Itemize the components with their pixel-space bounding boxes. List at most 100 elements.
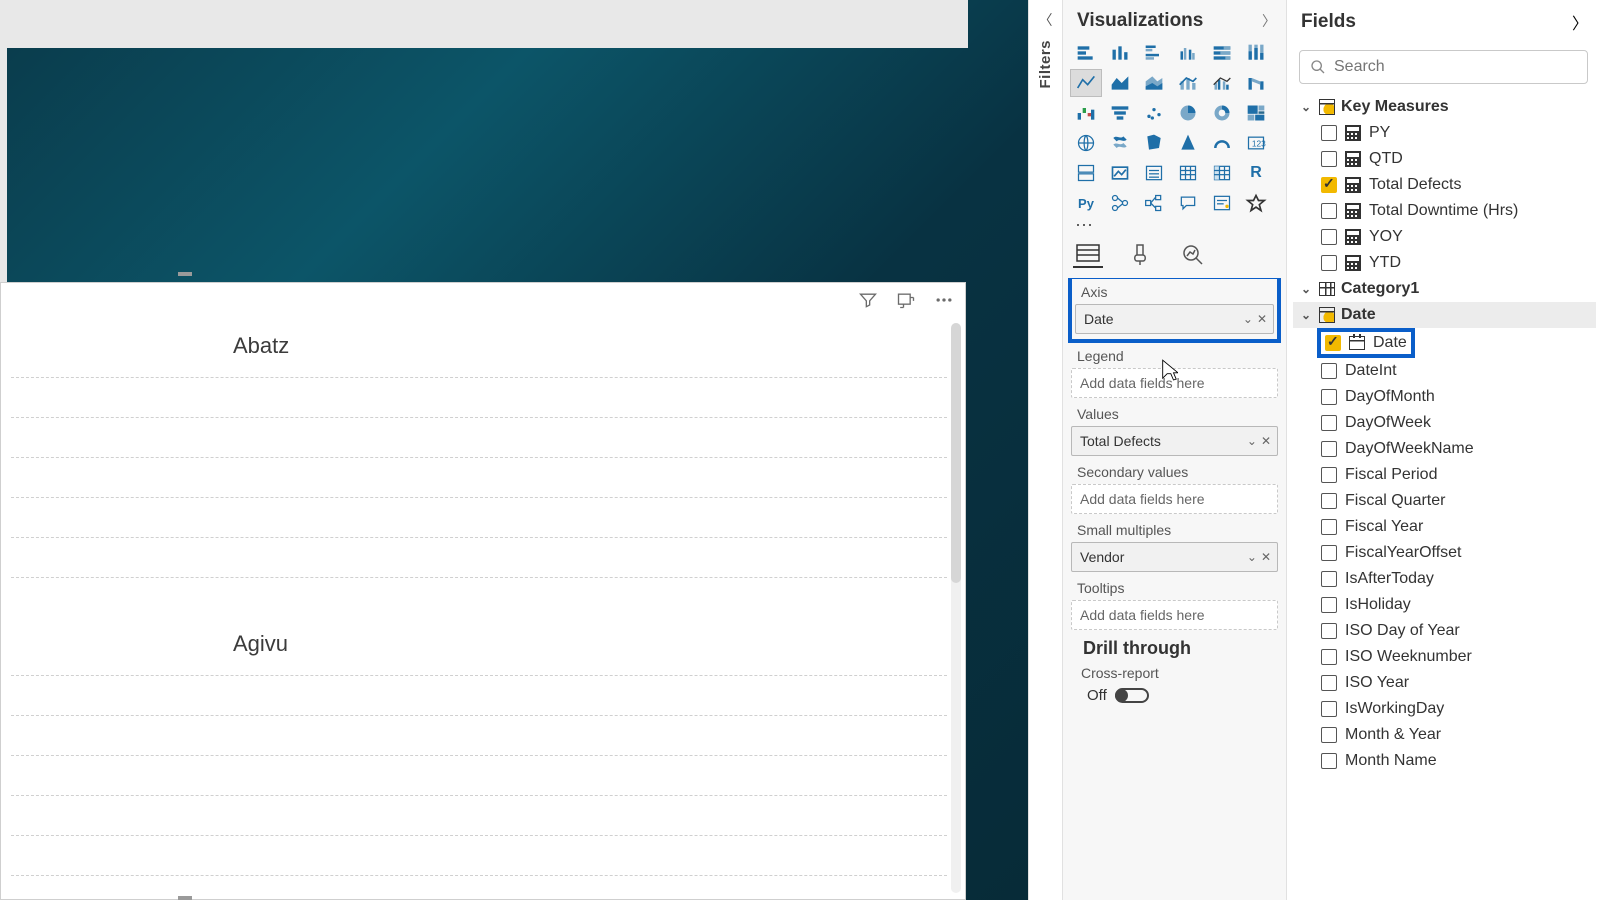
viz-smart-narrative[interactable]	[1207, 190, 1237, 216]
viz-stacked-area[interactable]	[1139, 70, 1169, 96]
filter-icon[interactable]	[857, 289, 879, 311]
viz-kpi[interactable]	[1105, 160, 1135, 186]
viz-gallery-more[interactable]: ⋯	[1063, 220, 1286, 236]
analytics-tab[interactable]	[1177, 240, 1207, 268]
checkbox[interactable]	[1321, 441, 1337, 457]
remove-field-icon[interactable]: ✕	[1261, 434, 1271, 448]
visual-resize-handle-top[interactable]	[178, 272, 192, 276]
viz-gauge[interactable]	[1207, 130, 1237, 156]
field-isaftertoday[interactable]: IsAfterToday	[1293, 566, 1596, 592]
checkbox[interactable]	[1321, 467, 1337, 483]
chevron-down-icon[interactable]: ⌄	[1247, 550, 1257, 564]
viz-donut[interactable]	[1207, 100, 1237, 126]
viz-area-chart[interactable]	[1105, 70, 1135, 96]
viz-matrix[interactable]	[1207, 160, 1237, 186]
checkbox[interactable]	[1321, 177, 1337, 193]
viz-card[interactable]: 123	[1241, 130, 1271, 156]
field-total-downtime-hrs-[interactable]: Total Downtime (Hrs)	[1293, 198, 1596, 224]
axis-well-pill[interactable]: Date ⌄ ✕	[1075, 304, 1274, 334]
report-canvas[interactable]: Abatz Agivu	[0, 0, 1028, 900]
field-iso-day-of-year[interactable]: ISO Day of Year	[1293, 618, 1596, 644]
viz-shape-map[interactable]	[1139, 130, 1169, 156]
visual-resize-handle-bottom[interactable]	[178, 896, 192, 900]
field-iso-year[interactable]: ISO Year	[1293, 670, 1596, 696]
viz-line-chart[interactable]	[1071, 70, 1101, 96]
fields-search[interactable]	[1299, 50, 1588, 84]
checkbox[interactable]	[1321, 415, 1337, 431]
viz-clustered-bar[interactable]	[1139, 40, 1169, 66]
viz-slicer[interactable]	[1139, 160, 1169, 186]
field-month-year[interactable]: Month & Year	[1293, 722, 1596, 748]
checkbox[interactable]	[1321, 623, 1337, 639]
fields-search-input[interactable]	[1334, 58, 1577, 76]
chevron-right-icon[interactable]: 〉	[1572, 10, 1588, 34]
viz-waterfall[interactable]	[1071, 100, 1101, 126]
field-fiscal-quarter[interactable]: Fiscal Quarter	[1293, 488, 1596, 514]
table-date[interactable]: ⌄ Date	[1293, 302, 1596, 328]
checkbox[interactable]	[1321, 519, 1337, 535]
tooltips-well[interactable]: Add data fields here	[1071, 600, 1278, 630]
table-category1[interactable]: ⌄ Category1	[1293, 276, 1596, 302]
viz-python-visual[interactable]: Py	[1071, 190, 1101, 216]
viz-key-influencers[interactable]	[1105, 190, 1135, 216]
field-total-defects[interactable]: Total Defects	[1293, 172, 1596, 198]
chevron-right-icon[interactable]: 〉	[1262, 11, 1276, 31]
remove-field-icon[interactable]: ✕	[1261, 550, 1271, 564]
visual-scrollbar-thumb[interactable]	[951, 323, 961, 583]
secondary-values-well[interactable]: Add data fields here	[1071, 484, 1278, 514]
viz-100-stacked-bar[interactable]	[1207, 40, 1237, 66]
viz-stacked-bar[interactable]	[1071, 40, 1101, 66]
table-key-measures[interactable]: ⌄ Key Measures	[1293, 94, 1596, 120]
field-dayofweek[interactable]: DayOfWeek	[1293, 410, 1596, 436]
viz-table[interactable]	[1173, 160, 1203, 186]
checkbox[interactable]	[1321, 125, 1337, 141]
values-well-pill[interactable]: Total Defects ⌄ ✕	[1071, 426, 1278, 456]
field-qtd[interactable]: QTD	[1293, 146, 1596, 172]
checkbox[interactable]	[1325, 335, 1341, 351]
cross-report-toggle[interactable]	[1115, 688, 1149, 703]
field-ytd[interactable]: YTD	[1293, 250, 1596, 276]
checkbox[interactable]	[1321, 389, 1337, 405]
small-multiples-well-pill[interactable]: Vendor ⌄ ✕	[1071, 542, 1278, 572]
field-date[interactable]: Date	[1293, 328, 1596, 358]
chevron-down-icon[interactable]: ⌄	[1243, 312, 1253, 326]
viz-scatter[interactable]	[1139, 100, 1169, 126]
field-dayofmonth[interactable]: DayOfMonth	[1293, 384, 1596, 410]
viz-r-visual[interactable]: R	[1241, 160, 1271, 186]
selected-visual[interactable]: Abatz Agivu	[0, 282, 966, 900]
field-fiscal-year[interactable]: Fiscal Year	[1293, 514, 1596, 540]
viz-line-clustered-column[interactable]	[1207, 70, 1237, 96]
checkbox[interactable]	[1321, 493, 1337, 509]
fields-tab[interactable]	[1073, 240, 1103, 268]
focus-mode-icon[interactable]	[895, 289, 917, 311]
field-isholiday[interactable]: IsHoliday	[1293, 592, 1596, 618]
chevron-down-icon[interactable]: ⌄	[1247, 434, 1257, 448]
field-fiscalyearoffset[interactable]: FiscalYearOffset	[1293, 540, 1596, 566]
viz-get-more[interactable]	[1241, 190, 1271, 216]
viz-ribbon-chart[interactable]	[1241, 70, 1271, 96]
viz-treemap[interactable]	[1241, 100, 1271, 126]
checkbox[interactable]	[1321, 363, 1337, 379]
checkbox[interactable]	[1321, 203, 1337, 219]
more-options-icon[interactable]	[933, 289, 955, 311]
field-iso-weeknumber[interactable]: ISO Weeknumber	[1293, 644, 1596, 670]
viz-stacked-column[interactable]	[1105, 40, 1135, 66]
field-yoy[interactable]: YOY	[1293, 224, 1596, 250]
viz-line-stacked-column[interactable]	[1173, 70, 1203, 96]
checkbox[interactable]	[1321, 701, 1337, 717]
field-dayofweekname[interactable]: DayOfWeekName	[1293, 436, 1596, 462]
format-tab[interactable]	[1125, 240, 1155, 268]
remove-field-icon[interactable]: ✕	[1257, 312, 1267, 326]
filters-pane-collapsed[interactable]: 〈 Filters	[1028, 0, 1062, 900]
field-fiscal-period[interactable]: Fiscal Period	[1293, 462, 1596, 488]
viz-decomposition-tree[interactable]	[1139, 190, 1169, 216]
viz-qa[interactable]	[1173, 190, 1203, 216]
field-py[interactable]: PY	[1293, 120, 1596, 146]
field-month-name[interactable]: Month Name	[1293, 748, 1596, 774]
checkbox[interactable]	[1321, 255, 1337, 271]
viz-pie[interactable]	[1173, 100, 1203, 126]
checkbox[interactable]	[1321, 229, 1337, 245]
chevron-left-icon[interactable]: 〈	[1029, 10, 1062, 30]
checkbox[interactable]	[1321, 571, 1337, 587]
checkbox[interactable]	[1321, 675, 1337, 691]
